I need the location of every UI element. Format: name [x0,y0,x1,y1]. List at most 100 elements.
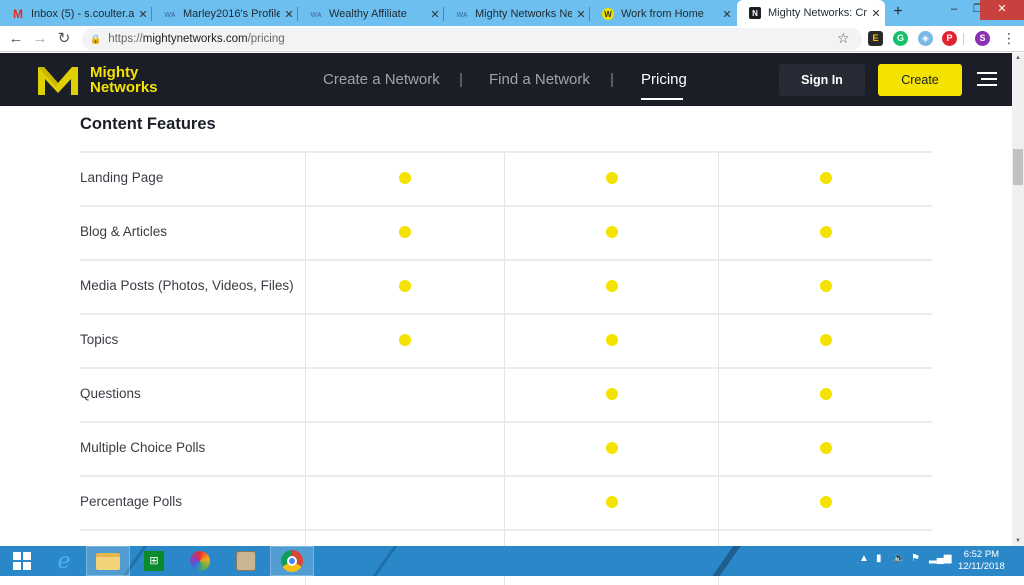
extension-blue-icon[interactable]: ◈ [918,31,933,46]
close-tab-icon[interactable]: ✕ [280,8,298,21]
table-row: Multiple Choice Polls [80,421,932,477]
included-dot-icon [819,280,832,292]
pinterest-icon[interactable]: P [942,31,957,46]
clock-date: 12/11/2018 [958,561,1005,572]
active-nav-underline [641,98,683,100]
page-scrollbar[interactable]: ▲ ▼ [1012,53,1024,546]
reload-icon[interactable]: ↻ [54,29,74,49]
chrome-icon[interactable] [270,546,314,576]
table-row: Media Posts (Photos, Videos, Files) [80,259,932,315]
close-tab-icon[interactable]: ✕ [426,8,444,21]
included-dot-icon [605,280,618,292]
plan-cell-2 [504,315,718,369]
feature-label: Multiple Choice Polls [80,440,206,455]
nav-create-network[interactable]: Create a Network [323,71,440,88]
tab-title: Wealthy Affiliate [329,8,407,20]
site-header: Mighty Networks Create a Network | Find … [0,53,1012,106]
notification-app-icon[interactable]: ● [946,553,952,564]
nav-find-network[interactable]: Find a Network [489,71,590,88]
included-dot-icon [819,172,832,184]
nav-pricing[interactable]: Pricing [641,71,687,88]
logo-line-2: Networks [90,79,158,96]
browser-tab[interactable]: W Work from Home ✕ [590,2,736,26]
maps-app-icon[interactable] [224,546,268,576]
browser-tab[interactable]: ᴡᴀ Wealthy Affiliate ✕ [298,2,444,26]
windows-start-button[interactable] [0,546,44,576]
battery-icon[interactable]: ▮ [876,553,882,564]
back-arrow-icon[interactable]: ← [6,29,26,49]
close-tab-icon[interactable]: ✕ [867,7,885,20]
url-domain: mightynetworks.com [142,33,248,45]
show-hidden-icons-icon[interactable]: ▲ [859,553,869,564]
volume-icon[interactable]: 🔈 [893,553,905,564]
sign-in-button[interactable]: Sign In [779,64,865,96]
plan-cell-3 [718,207,932,261]
logo-m-icon [38,67,78,95]
extension-e-icon[interactable]: E [868,31,883,46]
plan-cell-3 [718,315,932,369]
included-dot-icon [605,496,618,508]
section-title: Content Features [80,115,216,133]
browser-tab[interactable]: ᴡᴀ Marley2016's Profile at W ✕ [152,2,298,26]
forward-arrow-icon[interactable]: → [30,29,50,49]
tab-title: Work from Home [621,8,704,20]
plan-cell-3 [718,477,932,531]
address-bar[interactable]: 🔒 https://mightynetworks.com/pricing [82,28,862,50]
nav-separator: | [459,71,463,88]
wealthy-affiliate-icon: ᴡᴀ [164,9,176,19]
plan-cell-3 [718,423,932,477]
system-clock[interactable]: 6:52 PM 12/11/2018 [958,549,1005,573]
close-tab-icon[interactable]: ✕ [572,8,590,21]
feature-label: Questions [80,386,141,401]
plan-cell-3 [718,369,932,423]
wealthy-affiliate-icon: ᴡᴀ [310,9,322,19]
included-dot-icon [819,334,832,346]
feature-label: Blog & Articles [80,224,168,239]
included-dot-icon [605,334,618,346]
gmail-icon: M [13,7,23,21]
table-row: Blog & Articles [80,205,932,261]
internet-explorer-icon[interactable]: e [42,546,86,576]
scroll-down-arrow-icon[interactable]: ▼ [1012,536,1024,546]
media-app-icon[interactable] [178,546,222,576]
file-explorer-icon[interactable] [86,546,130,576]
windows-logo-icon [13,552,31,570]
included-dot-icon [605,388,618,400]
plan-cell-1 [305,207,504,261]
plan-cell-2 [504,261,718,315]
w-circle-icon: W [602,8,614,20]
plan-cell-1 [305,423,504,477]
feature-label: Topics [80,332,119,347]
browser-menu-icon[interactable]: ⋮ [1002,30,1016,47]
included-dot-icon [605,442,618,454]
plan-cell-2 [504,477,718,531]
mighty-networks-icon: N [749,7,761,19]
profile-avatar[interactable]: S [975,31,990,46]
included-dot-icon [819,226,832,238]
mighty-networks-logo[interactable]: Mighty Networks [36,63,158,97]
bookmark-star-icon[interactable]: ☆ [837,30,850,47]
plan-cell-2 [504,369,718,423]
url-path: /pricing [247,33,285,45]
plan-cell-3 [718,261,932,315]
action-center-flag-icon[interactable]: ⚑ [911,553,920,564]
included-dot-icon [605,226,618,238]
windows-store-icon[interactable]: ⊞ [132,546,176,576]
grammarly-icon[interactable]: G [893,31,908,46]
browser-tab-active[interactable]: N Mighty Networks: Create ✕ [737,0,885,26]
tab-title: Marley2016's Profile at W [183,8,280,20]
scroll-up-arrow-icon[interactable]: ▲ [1012,53,1024,63]
hamburger-menu-icon[interactable] [977,72,997,86]
feature-comparison-table: Landing Page Blog & Articles Media Posts (… [80,151,932,585]
browser-tab[interactable]: ᴡᴀ Mighty Networks New S ✕ [444,2,590,26]
browser-tab[interactable]: M Inbox (5) - s.coulter.apol ✕ [0,2,152,26]
close-tab-icon[interactable]: ✕ [134,8,152,21]
plan-cell-3 [718,153,932,207]
close-tab-icon[interactable]: ✕ [718,8,736,21]
scrollbar-thumb[interactable] [1013,149,1023,185]
toolbar-divider [963,33,964,45]
included-dot-icon [819,388,832,400]
new-tab-button[interactable]: + [888,3,908,21]
create-button[interactable]: Create [878,64,962,96]
window-close-button[interactable]: ✕ [980,0,1024,20]
